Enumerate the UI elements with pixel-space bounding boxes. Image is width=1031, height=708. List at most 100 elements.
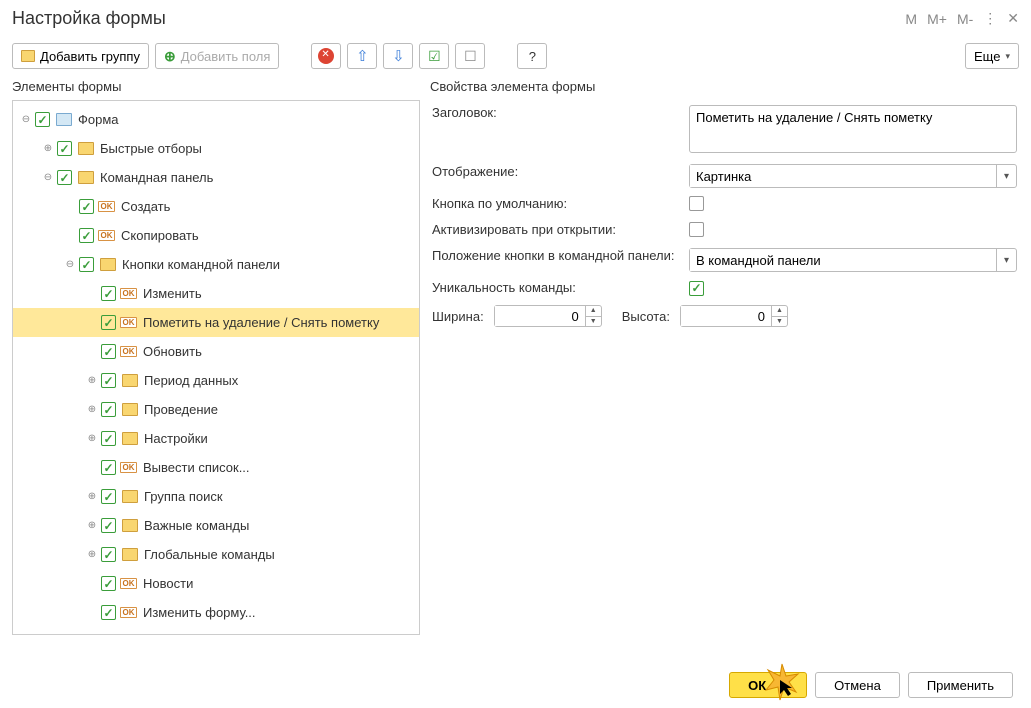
position-value[interactable]: [690, 249, 996, 271]
display-value[interactable]: [690, 165, 996, 187]
spin-up-icon[interactable]: ▲: [586, 306, 601, 317]
add-fields-button[interactable]: ⊕ Добавить поля: [155, 43, 279, 69]
checkbox-icon[interactable]: [79, 257, 94, 272]
expander-icon[interactable]: ⊕: [85, 404, 99, 415]
tree-row[interactable]: Строка поиска: [13, 627, 419, 635]
height-spinner[interactable]: ▲▼: [680, 305, 788, 327]
mplus-button[interactable]: M+: [927, 11, 947, 27]
default-checkbox[interactable]: [689, 196, 704, 211]
mminus-button[interactable]: M-: [957, 11, 973, 27]
form-icon: [56, 113, 72, 126]
apply-label: Применить: [927, 678, 994, 693]
tree-label: Пометить на удаление / Снять пометку: [141, 315, 379, 330]
expander-icon[interactable]: ⊖: [19, 114, 33, 125]
checkbox-icon[interactable]: [101, 373, 116, 388]
checkbox-icon[interactable]: [101, 489, 116, 504]
checkbox-icon[interactable]: [101, 460, 116, 475]
expander-icon[interactable]: ⊖: [41, 172, 55, 183]
checkbox-icon[interactable]: [101, 518, 116, 533]
ok-icon: OK: [120, 346, 137, 357]
folder-icon: [100, 258, 116, 271]
right-header: Свойства элемента формы: [430, 75, 1019, 100]
tree-label: Форма: [76, 112, 119, 127]
tree-row[interactable]: ⊕ Важные команды: [13, 511, 419, 540]
checkbox-icon[interactable]: [101, 315, 116, 330]
spin-down-icon[interactable]: ▼: [772, 317, 787, 327]
expander-icon[interactable]: ⊕: [85, 520, 99, 531]
checkbox-icon[interactable]: [101, 547, 116, 562]
label-display: Отображение:: [432, 161, 687, 191]
height-input[interactable]: [681, 306, 771, 326]
tree-row[interactable]: OK Обновить: [13, 337, 419, 366]
cancel-button[interactable]: Отмена: [815, 672, 900, 698]
kebab-icon[interactable]: ⋮: [983, 10, 997, 27]
title-input[interactable]: [689, 105, 1017, 153]
tree-label: Глобальные команды: [142, 547, 275, 562]
checkbox-icon[interactable]: [35, 112, 50, 127]
checkbox-icon[interactable]: [101, 576, 116, 591]
tree-row[interactable]: OK Новости: [13, 569, 419, 598]
spin-down-icon[interactable]: ▼: [586, 317, 601, 327]
expander-icon[interactable]: ⊖: [63, 259, 77, 270]
chevron-down-icon[interactable]: ▾: [996, 165, 1016, 187]
checkbox-icon[interactable]: [101, 605, 116, 620]
tree-row[interactable]: ⊖ Кнопки командной панели: [13, 250, 419, 279]
expander-icon[interactable]: ⊕: [41, 143, 55, 154]
unique-checkbox[interactable]: [689, 281, 704, 296]
checkbox-icon[interactable]: [101, 402, 116, 417]
checkbox-icon[interactable]: [79, 228, 94, 243]
move-down-button[interactable]: ⇩: [383, 43, 413, 69]
tree-label: Новости: [141, 576, 193, 591]
activate-checkbox[interactable]: [689, 222, 704, 237]
width-input[interactable]: [495, 306, 585, 326]
tree-row[interactable]: OK Скопировать: [13, 221, 419, 250]
tree-row[interactable]: OK Изменить: [13, 279, 419, 308]
tree-row[interactable]: ⊕ Настройки: [13, 424, 419, 453]
spin-up-icon[interactable]: ▲: [772, 306, 787, 317]
tree[interactable]: ⊖ Форма ⊕ Быстрые отборы ⊖ Командная пан…: [12, 100, 420, 635]
chevron-down-icon[interactable]: ▾: [996, 249, 1016, 271]
checkbox-icon[interactable]: [57, 170, 72, 185]
close-icon[interactable]: ✕: [1007, 10, 1019, 27]
checkbox-icon[interactable]: [79, 199, 94, 214]
tree-row[interactable]: OK Изменить форму...: [13, 598, 419, 627]
tree-label: Настройки: [142, 431, 208, 446]
m-button[interactable]: M: [905, 11, 917, 27]
move-up-button[interactable]: ⇧: [347, 43, 377, 69]
help-button[interactable]: ?: [517, 43, 547, 69]
display-select[interactable]: ▾: [689, 164, 1017, 188]
checkbox-icon[interactable]: [101, 344, 116, 359]
tree-row[interactable]: OK Создать: [13, 192, 419, 221]
folder-icon: [122, 432, 138, 445]
tree-row-form[interactable]: ⊖ Форма: [13, 105, 419, 134]
checkbox-icon[interactable]: [101, 286, 116, 301]
delete-button[interactable]: [311, 43, 341, 69]
tree-row[interactable]: ⊕ Глобальные команды: [13, 540, 419, 569]
tree-row[interactable]: ⊕ Проведение: [13, 395, 419, 424]
apply-button[interactable]: Применить: [908, 672, 1013, 698]
checkbox-icon[interactable]: [101, 431, 116, 446]
tree-row[interactable]: ⊕ Группа поиск: [13, 482, 419, 511]
add-group-button[interactable]: Добавить группу: [12, 43, 149, 69]
tree-label: Изменить форму...: [141, 605, 256, 620]
checkbox-icon[interactable]: [79, 634, 94, 635]
folder-icon: [122, 519, 138, 532]
check-all-button[interactable]: ☑: [419, 43, 449, 69]
expander-icon[interactable]: ⊕: [85, 549, 99, 560]
label-width: Ширина:: [432, 304, 484, 329]
expander-icon[interactable]: ⊕: [85, 375, 99, 386]
tree-row[interactable]: ⊕ Период данных: [13, 366, 419, 395]
ok-icon: OK: [98, 201, 115, 212]
more-button[interactable]: Еще ▾: [965, 43, 1019, 69]
tree-row[interactable]: OK Вывести список...: [13, 453, 419, 482]
checkbox-icon[interactable]: [57, 141, 72, 156]
tree-row[interactable]: ⊕ Быстрые отборы: [13, 134, 419, 163]
expander-icon[interactable]: ⊕: [85, 491, 99, 502]
width-spinner[interactable]: ▲▼: [494, 305, 602, 327]
ok-button[interactable]: ОК: [729, 672, 807, 698]
uncheck-all-button[interactable]: ☐: [455, 43, 485, 69]
tree-row-selected[interactable]: OK Пометить на удаление / Снять пометку: [13, 308, 419, 337]
tree-row[interactable]: ⊖ Командная панель: [13, 163, 419, 192]
position-select[interactable]: ▾: [689, 248, 1017, 272]
expander-icon[interactable]: ⊕: [85, 433, 99, 444]
